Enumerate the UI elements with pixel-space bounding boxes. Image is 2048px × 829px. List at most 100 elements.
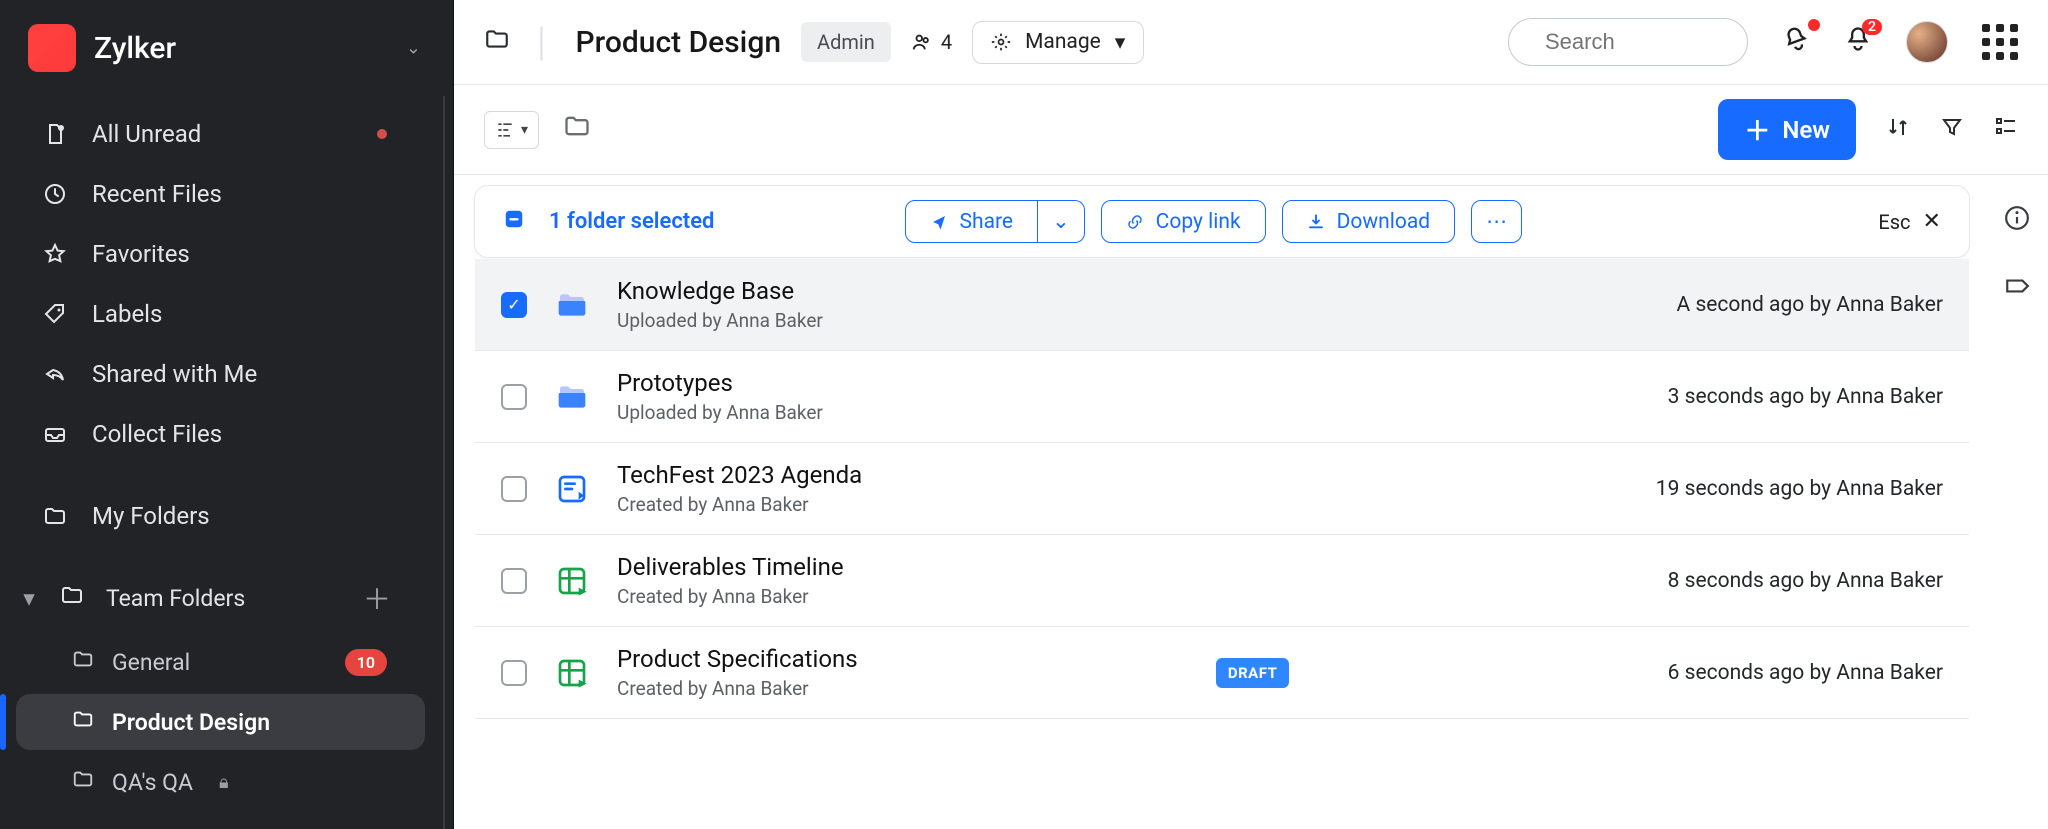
sidebar-item-label: Favorites [92,240,190,268]
row-checkbox[interactable] [501,384,527,410]
gear-icon [991,32,1011,52]
download-button[interactable]: Download [1282,200,1456,243]
esc-label: Esc [1878,210,1910,234]
selection-checkbox-indicator[interactable] [503,208,525,236]
file-row[interactable]: Product Specifications Created by Anna B… [475,627,1969,719]
search-input[interactable] [1508,18,1748,66]
file-meta: A second ago by Anna Baker [1677,293,1943,317]
close-selection-button[interactable]: ✕ [1923,209,1941,234]
team-folder-label: Product Design [112,709,270,736]
members-count[interactable]: 4 [911,30,952,54]
file-meta: 6 seconds ago by Anna Baker [1668,661,1943,685]
page-title: Product Design [576,25,782,60]
sidebar-section-label: Team Folders [106,585,245,612]
sidebar-item-shared-with-me[interactable]: Shared with Me [0,344,453,404]
row-checkbox[interactable] [501,660,527,686]
avatar[interactable] [1906,21,1948,63]
sidebar-item-label: Labels [92,300,162,328]
add-team-folder-button[interactable]: ＋ [363,578,391,618]
file-name: Prototypes [617,369,823,397]
selection-bar: 1 folder selected Share ⌄ Copy link [474,185,1970,258]
folder-icon [551,289,593,321]
file-row[interactable]: TechFest 2023 Agenda Created by Anna Bak… [475,443,1969,535]
copy-link-button[interactable]: Copy link [1101,200,1266,243]
labels-button[interactable] [2004,273,2030,303]
star-icon [40,242,70,266]
breadcrumb-root-icon[interactable] [484,26,510,58]
inbox-icon [40,422,70,446]
team-folder-icon [60,583,84,613]
sidebar-nav: All Unread Recent Files Favorites Labe [0,96,453,810]
row-checkbox[interactable] [501,568,527,594]
row-checkbox[interactable]: ✓ [501,292,527,318]
topbar: │ Product Design Admin 4 Manage ▾ [454,0,2048,85]
share-label: Share [960,210,1014,234]
new-button[interactable]: ＋ New [1718,99,1856,160]
sidebar-item-label: My Folders [92,502,210,530]
file-row[interactable]: Deliverables Timeline Created by Anna Ba… [475,535,1969,627]
file-meta: 3 seconds ago by Anna Baker [1668,385,1943,409]
team-folder-label: General [112,649,190,676]
new-label: New [1782,116,1830,144]
team-folder-label: QA's QA [112,769,193,796]
sidebar-section-team-folders[interactable]: ▾ Team Folders ＋ [0,562,453,634]
content: 1 folder selected Share ⌄ Copy link [454,175,2048,829]
file-row[interactable]: Prototypes Uploaded by Anna Baker 3 seco… [475,351,1969,443]
file-name: Product Specifications [617,645,858,673]
draft-badge: DRAFT [1216,658,1290,688]
sidebar-item-all-unread[interactable]: All Unread [0,104,453,164]
notifications-bell-button[interactable]: 2 [1844,25,1872,60]
activity-dot [1808,19,1820,31]
sidebar-item-label: Recent Files [92,180,222,208]
unread-badge: 10 [345,649,387,676]
tree-view-button[interactable]: ▾ [484,111,539,149]
share-button[interactable]: Share [905,200,1039,243]
file-unread-icon [40,122,70,146]
more-actions-button[interactable]: ⋯ [1471,200,1522,243]
folder-icon [40,504,70,528]
caret-down-icon: ▾ [20,585,38,612]
file-subtitle: Uploaded by Anna Baker [617,309,823,332]
share-dropdown-button[interactable]: ⌄ [1038,200,1085,243]
toolbar: ▾ ＋ New [454,85,2048,175]
sort-button[interactable] [1886,115,1910,145]
file-name: Knowledge Base [617,277,823,305]
doc-icon [551,473,593,505]
manage-button[interactable]: Manage ▾ [972,21,1144,64]
team-folder-product-design[interactable]: Product Design [16,694,425,750]
selection-text: 1 folder selected [549,209,714,234]
members-count-value: 4 [941,30,952,54]
sidebar-item-favorites[interactable]: Favorites [0,224,453,284]
folder-path-button[interactable] [563,112,591,147]
sheet-icon [551,565,593,597]
file-subtitle: Created by Anna Baker [617,585,844,608]
sidebar-item-my-folders[interactable]: My Folders [0,486,453,546]
divider: │ [534,26,552,59]
brand-name: Zylker [94,31,176,66]
notifications-badge: 2 [1862,19,1882,35]
activity-bell-button[interactable] [1782,25,1810,60]
reply-icon [40,362,70,386]
folder-icon [551,381,593,413]
info-button[interactable] [2004,205,2030,235]
apps-grid-button[interactable] [1982,24,2018,60]
sidebar-item-recent-files[interactable]: Recent Files [0,164,453,224]
folder-icon [72,648,94,676]
view-options-button[interactable] [1994,115,2018,145]
file-meta: 8 seconds ago by Anna Baker [1668,569,1943,593]
file-row[interactable]: ✓ Knowledge Base Uploaded by Anna Baker … [475,259,1969,351]
caret-down-icon: ▾ [521,122,528,138]
file-list: ✓ Knowledge Base Uploaded by Anna Baker … [474,258,1970,720]
caret-down-icon: ▾ [1115,30,1126,55]
team-folder-qa[interactable]: QA's QA 🔒︎ [0,754,453,810]
filter-button[interactable] [1940,115,1964,145]
manage-label: Manage [1025,30,1101,54]
sidebar-item-collect-files[interactable]: Collect Files [0,404,453,464]
file-meta: 19 seconds ago by Anna Baker [1656,477,1943,501]
workspace-switcher[interactable]: Zylker ⌄ [0,0,453,96]
main: │ Product Design Admin 4 Manage ▾ [454,0,2048,829]
team-folder-general[interactable]: General 10 [0,634,453,690]
sheet-icon [551,657,593,689]
sidebar-item-labels[interactable]: Labels [0,284,453,344]
row-checkbox[interactable] [501,476,527,502]
